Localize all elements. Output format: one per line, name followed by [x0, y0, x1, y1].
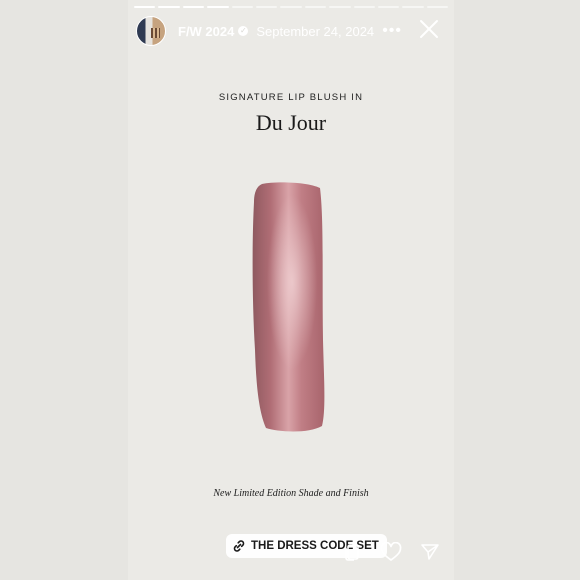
progress-segment: [353, 6, 375, 8]
progress-segment: [134, 6, 156, 8]
story-username[interactable]: F/W 2024: [178, 24, 234, 39]
close-icon[interactable]: [418, 18, 440, 40]
right-backdrop: [454, 0, 580, 580]
progress-segment: [377, 6, 400, 8]
story-actions: [342, 542, 440, 562]
story-viewer[interactable]: F/W 2024 ✓ September 24, 2024 ••• SIGNAT…: [128, 0, 454, 580]
left-backdrop: [0, 0, 128, 580]
more-options-icon[interactable]: •••: [382, 22, 402, 40]
send-icon[interactable]: [420, 542, 440, 562]
product-caption: New Limited Edition Shade and Finish: [213, 488, 369, 499]
story-date: September 24, 2024: [256, 23, 375, 39]
story-progress-bar: [134, 6, 449, 8]
verified-icon: ✓: [238, 26, 249, 36]
progress-segment: [182, 6, 205, 8]
progress-segment: [280, 6, 302, 8]
progress-segment: [426, 6, 449, 8]
progress-segment: [207, 6, 229, 8]
product-kicker: SIGNATURE LIP BLUSH IN: [218, 92, 364, 103]
progress-segment: [158, 6, 180, 8]
heart-icon[interactable]: [380, 542, 402, 562]
progress-segment: [231, 6, 253, 8]
progress-segment: [402, 6, 424, 8]
share-copy-icon[interactable]: [342, 542, 362, 562]
progress-segment: [255, 6, 278, 8]
link-icon: [233, 540, 245, 552]
lip-swatch: [252, 182, 325, 432]
shade-name: Du Jour: [255, 110, 327, 135]
progress-segment: [329, 6, 351, 8]
avatar[interactable]: [136, 16, 166, 46]
story-header: F/W 2024 ✓ September 24, 2024 •••: [136, 14, 446, 48]
progress-segment: [304, 6, 327, 8]
